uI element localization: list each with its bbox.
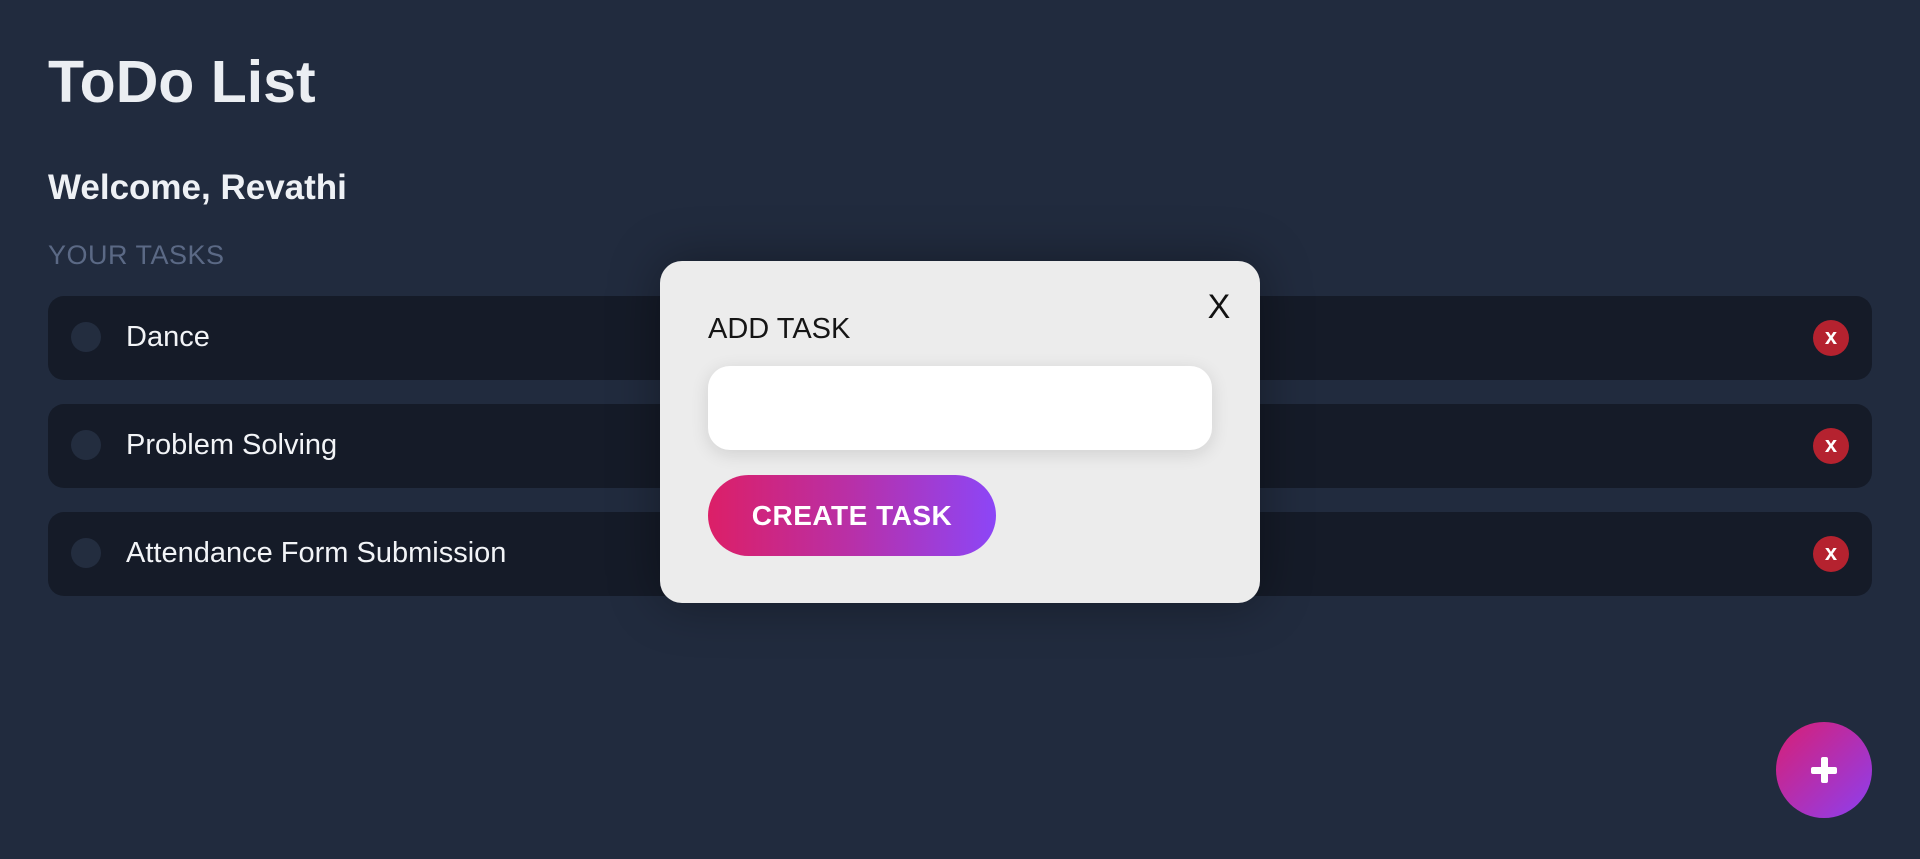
task-text: Dance	[126, 321, 210, 353]
delete-task-button[interactable]: x	[1813, 428, 1849, 464]
task-checkbox[interactable]	[71, 322, 101, 352]
add-task-modal: X ADD TASK CREATE TASK	[660, 261, 1260, 603]
todo-app: ToDo List Welcome, Revathi YOUR TASKS Da…	[0, 0, 1920, 859]
task-checkbox[interactable]	[71, 538, 101, 568]
add-task-fab-button[interactable]	[1776, 722, 1872, 818]
tasks-section-label: YOUR TASKS	[48, 240, 225, 270]
page-title: ToDo List	[48, 49, 316, 115]
plus-icon	[1776, 722, 1872, 818]
close-modal-button[interactable]: X	[1204, 287, 1234, 327]
task-text: Problem Solving	[126, 429, 338, 461]
modal-title: ADD TASK	[708, 313, 851, 345]
task-text: Attendance Form Submission	[126, 537, 507, 569]
task-input[interactable]	[708, 366, 1212, 450]
create-task-button[interactable]: CREATE TASK	[708, 475, 996, 556]
welcome-message: Welcome, Revathi	[48, 168, 347, 207]
delete-task-button[interactable]: x	[1813, 320, 1849, 356]
task-checkbox[interactable]	[71, 430, 101, 460]
delete-task-button[interactable]: x	[1813, 536, 1849, 572]
